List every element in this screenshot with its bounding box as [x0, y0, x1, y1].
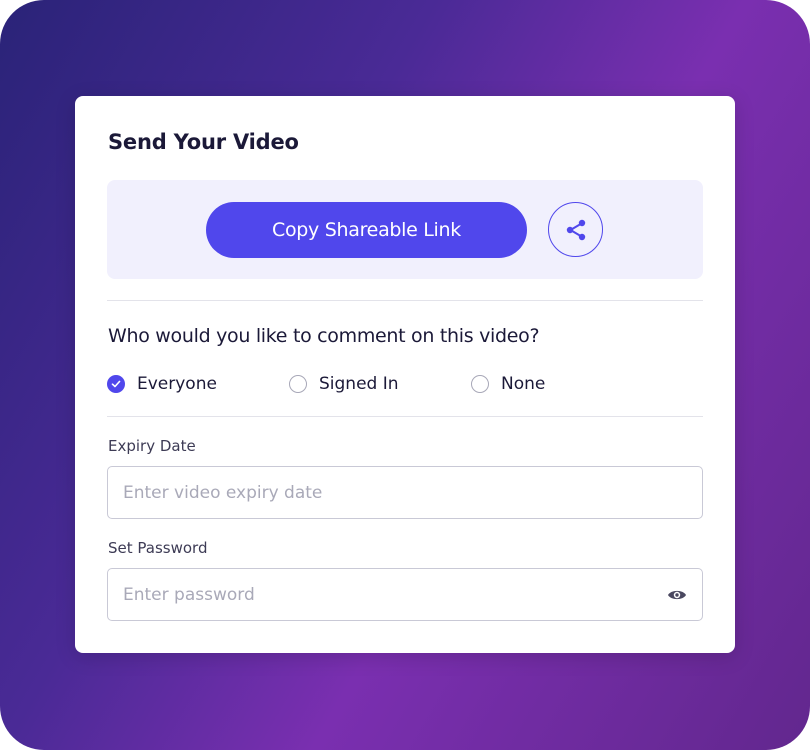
radio-label-everyone: Everyone	[137, 374, 217, 394]
password-input[interactable]	[123, 569, 643, 620]
expiry-date-input[interactable]	[123, 467, 643, 518]
share-button[interactable]	[548, 202, 603, 257]
radio-unchecked-icon	[289, 375, 307, 393]
radio-none[interactable]: None	[471, 372, 545, 396]
dialog-title: Send Your Video	[108, 130, 299, 154]
radio-label-signed-in: Signed In	[319, 374, 399, 394]
radio-unchecked-icon	[471, 375, 489, 393]
expiry-date-field	[107, 466, 703, 519]
radio-signed-in[interactable]: Signed In	[289, 372, 399, 396]
password-field	[107, 568, 703, 621]
comment-permission-question: Who would you like to comment on this vi…	[108, 325, 540, 347]
radio-label-none: None	[501, 374, 546, 394]
share-icon	[566, 219, 585, 240]
divider-top	[107, 300, 703, 301]
copy-shareable-link-button[interactable]: Copy Shareable Link	[206, 202, 527, 258]
background-frame: Send Your Video Copy Shareable Link Who …	[0, 0, 810, 750]
radio-everyone[interactable]: Everyone	[107, 372, 217, 396]
send-video-dialog: Send Your Video Copy Shareable Link Who …	[75, 96, 735, 653]
divider-middle	[107, 416, 703, 417]
expiry-date-label: Expiry Date	[108, 437, 196, 455]
eye-icon	[668, 590, 686, 600]
toggle-password-visibility-button[interactable]	[666, 584, 688, 606]
set-password-label: Set Password	[108, 539, 208, 557]
share-panel: Copy Shareable Link	[107, 180, 703, 279]
radio-checked-icon	[107, 375, 125, 393]
